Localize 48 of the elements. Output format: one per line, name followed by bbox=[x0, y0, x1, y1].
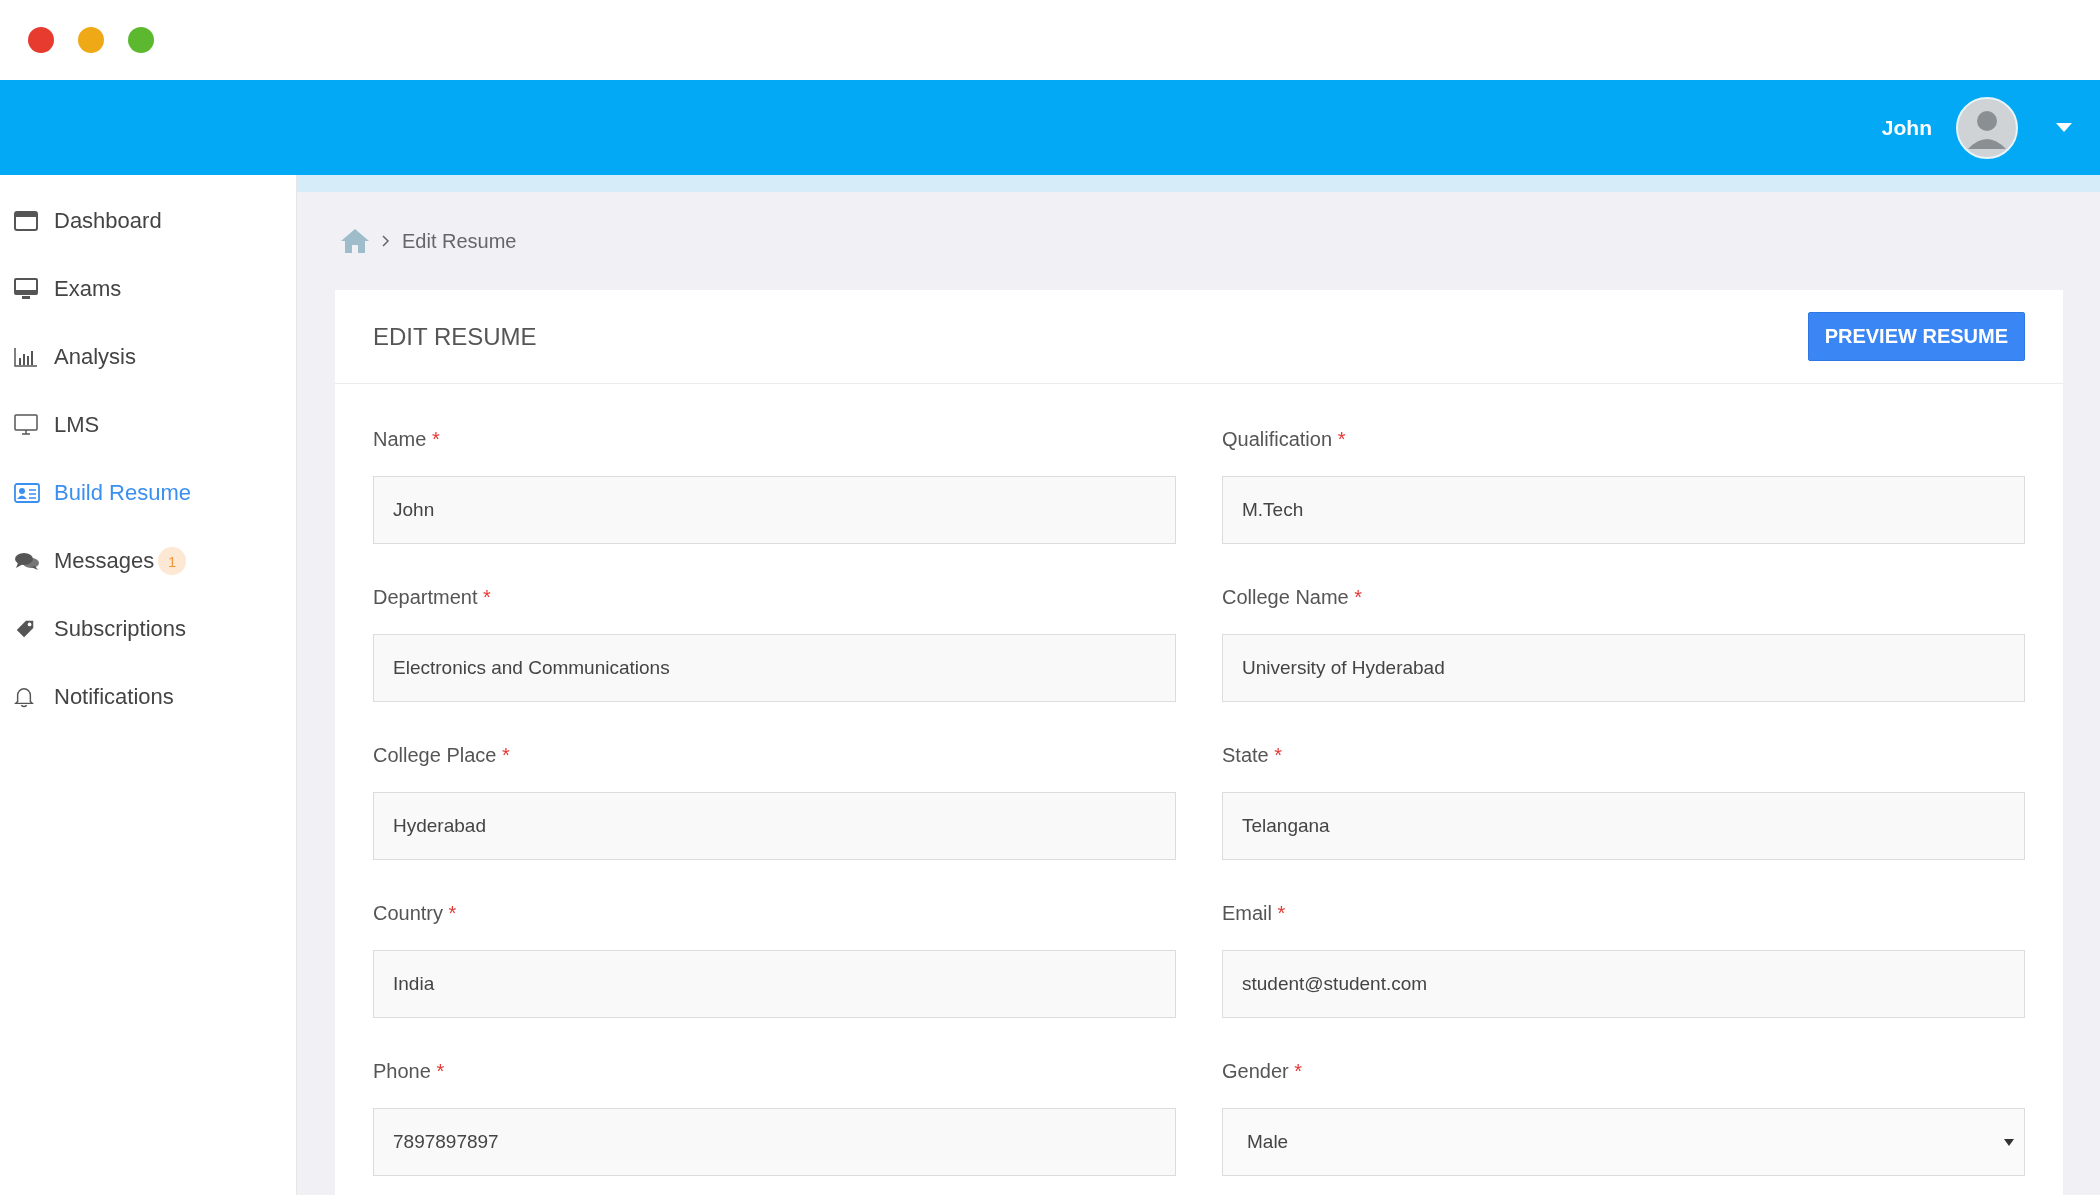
count-badge: 1 bbox=[158, 547, 187, 575]
dropdown-arrow-icon bbox=[2004, 1138, 2014, 1146]
input-field[interactable]: student@student.com bbox=[1222, 950, 2025, 1018]
close-window-dot[interactable] bbox=[28, 27, 54, 53]
input-field[interactable]: Hyderabad bbox=[373, 792, 1176, 860]
monitor-icon bbox=[14, 414, 38, 436]
sidebar-item[interactable]: Messages 1 bbox=[0, 527, 296, 595]
maximize-window-dot[interactable] bbox=[128, 27, 154, 53]
field-label: Name * bbox=[373, 428, 441, 451]
input-field[interactable]: India bbox=[373, 950, 1176, 1018]
chevron-right-icon bbox=[382, 235, 390, 247]
sidebar-item[interactable]: Dashboard bbox=[0, 187, 296, 255]
preview-resume-button[interactable]: PREVIEW RESUME bbox=[1807, 312, 2025, 361]
field-label: Gender * bbox=[1222, 1060, 1304, 1083]
user-name: John bbox=[1881, 115, 1932, 140]
sidebar-item[interactable]: Exams bbox=[0, 255, 296, 323]
avatar-icon[interactable] bbox=[1956, 96, 2018, 159]
sidebar-item[interactable]: Subscriptions bbox=[0, 595, 296, 663]
chat-bubbles-icon bbox=[14, 551, 40, 571]
field-label: Country * bbox=[373, 902, 458, 925]
breadcrumb-current: Edit Resume bbox=[402, 229, 517, 253]
caret-icon[interactable] bbox=[2056, 122, 2072, 133]
bar-chart-icon bbox=[14, 347, 38, 367]
field-label: Qualification * bbox=[1222, 428, 1347, 451]
tag-icon bbox=[14, 618, 36, 640]
input-field[interactable]: M.Tech bbox=[1222, 476, 2025, 544]
sidebar-item[interactable]: Analysis bbox=[0, 323, 296, 391]
sidebar-item[interactable]: Notifications bbox=[0, 663, 296, 731]
field-label: Department * bbox=[373, 586, 492, 609]
monitor-icon bbox=[14, 278, 38, 300]
id-card-icon bbox=[14, 483, 40, 503]
home-icon[interactable] bbox=[340, 228, 370, 254]
bell-icon bbox=[14, 686, 34, 708]
field-label: College Place * bbox=[373, 744, 511, 767]
minimize-window-dot[interactable] bbox=[78, 27, 104, 53]
field-label: Phone * bbox=[373, 1060, 446, 1083]
input-field[interactable]: University of Hyderabad bbox=[1222, 634, 2025, 702]
field-label: College Name * bbox=[1222, 586, 1364, 609]
field-label: State * bbox=[1222, 744, 1284, 767]
window-icon bbox=[14, 211, 38, 231]
input-field[interactable]: Telangana bbox=[1222, 792, 2025, 860]
input-field[interactable]: Electronics and Communications bbox=[373, 634, 1176, 702]
card-title: EDIT RESUME bbox=[373, 322, 537, 351]
select-field[interactable]: Male bbox=[1222, 1108, 2025, 1176]
input-field[interactable]: 7897897897 bbox=[373, 1108, 1176, 1176]
field-label: Email * bbox=[1222, 902, 1287, 925]
sidebar-item[interactable]: LMS bbox=[0, 391, 296, 459]
input-field[interactable]: John bbox=[373, 476, 1176, 544]
